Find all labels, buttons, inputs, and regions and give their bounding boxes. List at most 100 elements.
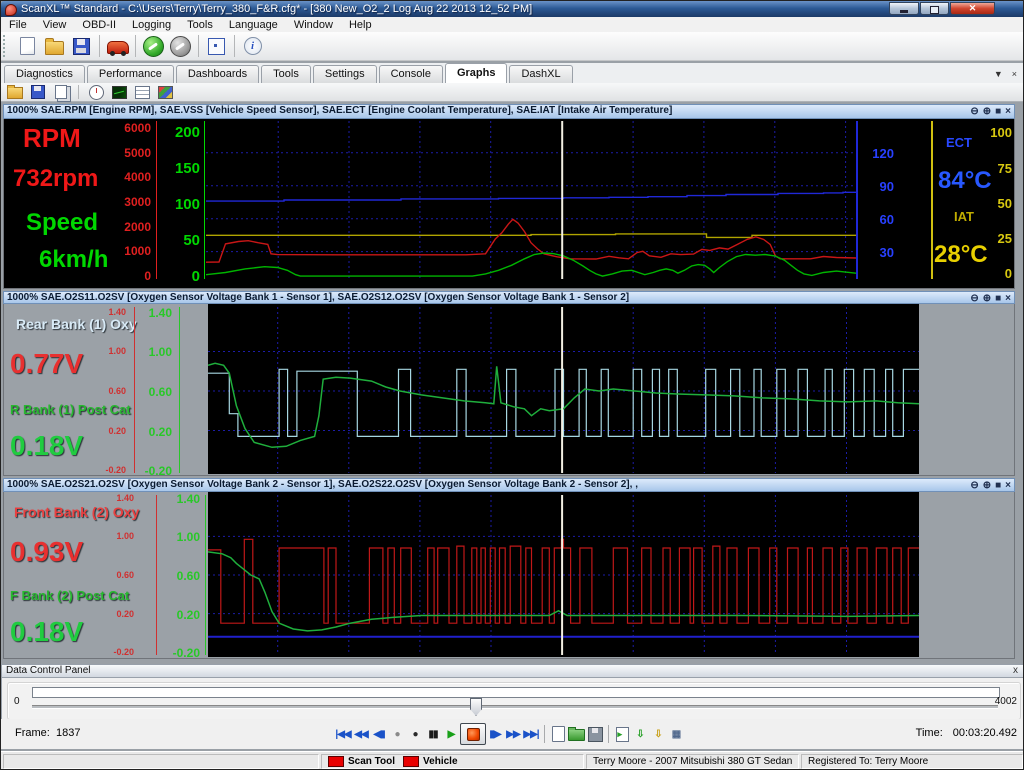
disconnect-icon bbox=[170, 35, 191, 57]
step-forward-icon: ▮▶ bbox=[489, 728, 501, 740]
graph3-plot[interactable] bbox=[208, 495, 919, 655]
graph2-btn-zoom-in[interactable]: ⊕ bbox=[983, 293, 991, 303]
gauge-view-button[interactable] bbox=[87, 84, 106, 100]
tab-console[interactable]: Console bbox=[378, 65, 443, 83]
mark-gray-button[interactable]: ● bbox=[388, 724, 406, 744]
scan-tool-label: Scan Tool bbox=[348, 756, 396, 767]
tab-performance[interactable]: Performance bbox=[86, 65, 174, 83]
grid-view-button[interactable]: ▦ bbox=[667, 724, 685, 744]
vehicle-manager-button[interactable] bbox=[104, 34, 131, 59]
tab-graphs[interactable]: Graphs bbox=[444, 63, 508, 83]
scan-tool-status-icon bbox=[328, 756, 344, 767]
graph2-header[interactable]: 1000% SAE.O2S11.O2SV [Oxygen Sensor Volt… bbox=[3, 291, 1015, 304]
main-toolbar: i bbox=[1, 32, 1023, 61]
tab-tools[interactable]: Tools bbox=[261, 65, 311, 83]
graph2-btn-stop[interactable]: ■ bbox=[995, 293, 1001, 303]
tab-diagnostics[interactable]: Diagnostics bbox=[4, 65, 85, 83]
graph2-btn-close[interactable]: × bbox=[1005, 293, 1011, 303]
tab-dashboards[interactable]: Dashboards bbox=[175, 65, 260, 83]
menu-help[interactable]: Help bbox=[341, 19, 380, 31]
frame-label: Frame: bbox=[15, 727, 50, 739]
copy-icon bbox=[54, 85, 67, 99]
graph1-btn-stop[interactable]: ■ bbox=[995, 106, 1001, 118]
save-graph-set-button[interactable] bbox=[28, 84, 47, 100]
open-log-button[interactable] bbox=[567, 724, 586, 744]
graph1-btn-zoom-out[interactable]: ⊖ bbox=[970, 106, 978, 118]
import-data-button[interactable] bbox=[613, 724, 631, 744]
window-title: ScanXL™ Standard - C:\Users\Terry\Terry_… bbox=[21, 3, 533, 15]
fullscreen-button[interactable] bbox=[203, 34, 230, 59]
o2-b2s1-value: 0.93V bbox=[10, 536, 84, 567]
menu-language[interactable]: Language bbox=[221, 19, 286, 31]
graph3-btn-zoom-out[interactable]: ⊖ bbox=[970, 480, 978, 491]
minimize-button[interactable] bbox=[889, 2, 919, 15]
graph1-header[interactable]: 1000% SAE.RPM [Engine RPM], SAE.VSS [Veh… bbox=[3, 104, 1015, 119]
connect-button[interactable] bbox=[140, 34, 167, 59]
skip-start-button[interactable]: |◀◀ bbox=[334, 724, 352, 744]
menu-window[interactable]: Window bbox=[286, 19, 341, 31]
vehicle-profile: Terry Moore - 2007 Mitsubishi 380 GT Sed… bbox=[593, 756, 793, 767]
skip-end-button[interactable]: ▶▶| bbox=[522, 724, 540, 744]
graph3-btn-zoom-in[interactable]: ⊕ bbox=[983, 480, 991, 491]
graph-view-button[interactable] bbox=[110, 84, 129, 100]
open-graph-set-button[interactable] bbox=[5, 84, 24, 100]
speed-tick-200: 200 bbox=[174, 124, 200, 141]
export-data-button[interactable]: ⇩ bbox=[631, 724, 649, 744]
graph3-header[interactable]: 1000% SAE.O2S21.O2SV [Oxygen Sensor Volt… bbox=[3, 478, 1015, 492]
play-button[interactable]: ▶ bbox=[442, 724, 460, 744]
graph1-btn-zoom-in[interactable]: ⊕ bbox=[983, 106, 991, 118]
menu-view[interactable]: View bbox=[35, 19, 75, 31]
menu-tools[interactable]: Tools bbox=[179, 19, 221, 31]
data-control-panel-title: Data Control Panel bbox=[6, 665, 91, 676]
toolbar-separator bbox=[234, 35, 235, 57]
data-control-close-icon[interactable]: x bbox=[1013, 665, 1018, 677]
table-view-button[interactable] bbox=[133, 84, 152, 100]
close-button[interactable]: ✕ bbox=[950, 2, 995, 15]
o2s11-axis-ticks: 1.40 1.00 0.60 0.20 -0.20 bbox=[78, 307, 126, 475]
o2-b1s2-value: 0.18V bbox=[10, 430, 84, 461]
menu-file[interactable]: File bbox=[1, 19, 35, 31]
disconnect-button[interactable] bbox=[167, 34, 194, 59]
rewind-button[interactable]: ◀◀ bbox=[352, 724, 370, 744]
save-icon bbox=[30, 85, 45, 99]
restore-button[interactable] bbox=[920, 2, 949, 15]
speed-axis-line bbox=[204, 121, 205, 279]
frame-value: 1837 bbox=[56, 727, 81, 739]
step-back-button[interactable]: ◀▮ bbox=[370, 724, 388, 744]
series-SAE.IAT bbox=[206, 233, 856, 239]
data-control-panel-header[interactable]: Data Control Panel x bbox=[1, 664, 1023, 678]
graph3-btn-stop[interactable]: ■ bbox=[995, 480, 1001, 491]
log-progress-bar[interactable] bbox=[32, 687, 1000, 698]
frame-slider-track[interactable] bbox=[32, 705, 998, 709]
about-button[interactable]: i bbox=[239, 34, 266, 59]
graph1-plot[interactable] bbox=[206, 121, 856, 279]
step-forward-button[interactable]: ▮▶ bbox=[486, 724, 504, 744]
tab-settings[interactable]: Settings bbox=[312, 65, 377, 83]
save-log-button[interactable] bbox=[586, 724, 604, 744]
o2green-tick-0.60: 0.60 bbox=[176, 569, 200, 583]
graph2-plot[interactable] bbox=[208, 307, 919, 473]
graph2-btn-zoom-out[interactable]: ⊖ bbox=[970, 293, 978, 303]
tab-dashxl[interactable]: DashXL bbox=[509, 65, 573, 83]
menu-logging[interactable]: Logging bbox=[124, 19, 179, 31]
export-csv-button[interactable]: ⇩ bbox=[649, 724, 667, 744]
graph3-btn-close[interactable]: × bbox=[1005, 480, 1011, 491]
menu-obd-ii[interactable]: OBD-II bbox=[74, 19, 124, 31]
connect-icon bbox=[143, 35, 164, 57]
open-config-button[interactable] bbox=[41, 34, 68, 59]
mark-dark-button[interactable]: ● bbox=[406, 724, 424, 744]
toolbar-separator bbox=[198, 35, 199, 57]
graph1-btn-close[interactable]: × bbox=[1005, 106, 1011, 118]
fast-forward-button[interactable]: ▶▶ bbox=[504, 724, 522, 744]
copy-graph-button[interactable] bbox=[51, 84, 70, 100]
rpm-value: 732rpm bbox=[13, 165, 99, 192]
new-log-button[interactable] bbox=[549, 724, 567, 744]
save-config-button[interactable] bbox=[68, 34, 95, 59]
tab-close-icon[interactable]: × bbox=[1012, 69, 1017, 79]
dashboard-view-button[interactable] bbox=[156, 84, 175, 100]
tab-overflow-icon[interactable]: ▼ bbox=[994, 69, 1003, 79]
record-button[interactable] bbox=[460, 723, 486, 745]
iat-tick-0: 0 bbox=[1004, 266, 1012, 281]
new-config-button[interactable] bbox=[14, 34, 41, 59]
pause-button[interactable]: ▮▮ bbox=[424, 724, 442, 744]
